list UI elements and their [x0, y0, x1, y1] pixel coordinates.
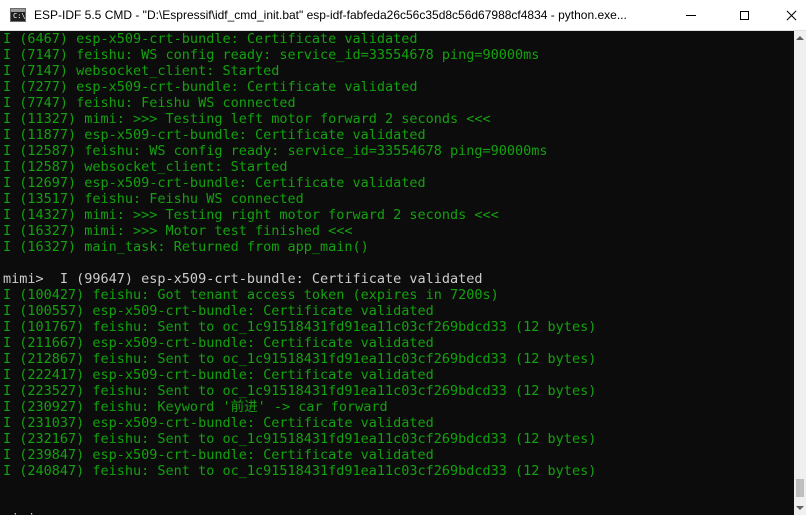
log-line: I (6467) esp-x509-crt-bundle: Certificat… — [3, 31, 418, 47]
close-icon — [786, 10, 797, 21]
scroll-thumb[interactable] — [796, 479, 804, 497]
log-line: I (13517) feishu: Feishu WS connected — [3, 191, 304, 207]
log-line: I (100557) esp-x509-crt-bundle: Certific… — [3, 303, 434, 319]
prompt-line: mimi> — [3, 511, 794, 515]
terminal-window: C:\_ ESP-IDF 5.5 CMD - "D:\Espressif\idf… — [0, 0, 806, 515]
minimize-icon — [686, 14, 696, 16]
log-line: I (12587) websocket_client: Started — [3, 159, 288, 175]
log-line: I (12697) esp-x509-crt-bundle: Certifica… — [3, 175, 426, 191]
scroll-down-icon — [796, 506, 804, 510]
log-line: I (232167) feishu: Sent to oc_1c91518431… — [3, 431, 597, 447]
vertical-scrollbar[interactable] — [794, 31, 806, 515]
close-button[interactable] — [768, 0, 806, 30]
log-line: I (7747) feishu: Feishu WS connected — [3, 95, 296, 111]
log-line: I (211667) esp-x509-crt-bundle: Certific… — [3, 335, 434, 351]
maximize-button[interactable] — [721, 0, 767, 30]
log-line: I (12587) feishu: WS config ready: servi… — [3, 143, 548, 159]
log-line: I (239847) esp-x509-crt-bundle: Certific… — [3, 447, 434, 463]
scroll-up-icon — [796, 36, 804, 40]
log-line: I (222417) esp-x509-crt-bundle: Certific… — [3, 367, 434, 383]
log-line: I (100427) feishu: Got tenant access tok… — [3, 287, 499, 303]
prompt-line: mimi> I (99647) esp-x509-crt-bundle: Cer… — [3, 271, 483, 287]
log-line: I (212867) feishu: Sent to oc_1c91518431… — [3, 351, 597, 367]
log-line: I (7147) websocket_client: Started — [3, 63, 280, 79]
log-line: I (16327) mimi: >>> Motor test finished … — [3, 223, 353, 239]
log-line: I (16327) main_task: Returned from app_m… — [3, 239, 369, 255]
log-line: I (11877) esp-x509-crt-bundle: Certifica… — [3, 127, 426, 143]
log-line: I (7277) esp-x509-crt-bundle: Certificat… — [3, 79, 418, 95]
log-line: I (7147) feishu: WS config ready: servic… — [3, 47, 540, 63]
log-line: I (11327) mimi: >>> Testing left motor f… — [3, 111, 491, 127]
log-line: I (240847) feishu: Sent to oc_1c91518431… — [3, 463, 597, 479]
window-title: ESP-IDF 5.5 CMD - "D:\Espressif\idf_cmd_… — [34, 8, 627, 22]
console-output[interactable]: I (6467) esp-x509-crt-bundle: Certificat… — [0, 31, 794, 515]
title-bar[interactable]: C:\_ ESP-IDF 5.5 CMD - "D:\Espressif\idf… — [0, 0, 806, 31]
minimize-button[interactable] — [668, 0, 714, 30]
cmd-icon[interactable]: C:\_ — [10, 8, 30, 22]
log-line: I (223527) feishu: Sent to oc_1c91518431… — [3, 383, 597, 399]
maximize-icon — [739, 10, 749, 20]
scroll-up-button[interactable] — [794, 31, 806, 45]
log-line: I (101767) feishu: Sent to oc_1c91518431… — [3, 319, 597, 335]
log-line: I (14327) mimi: >>> Testing right motor … — [3, 207, 499, 223]
scroll-down-button[interactable] — [794, 501, 806, 515]
log-line: I (230927) feishu: Keyword '前进' -> car f… — [3, 399, 388, 415]
log-line: I (231037) esp-x509-crt-bundle: Certific… — [3, 415, 434, 431]
